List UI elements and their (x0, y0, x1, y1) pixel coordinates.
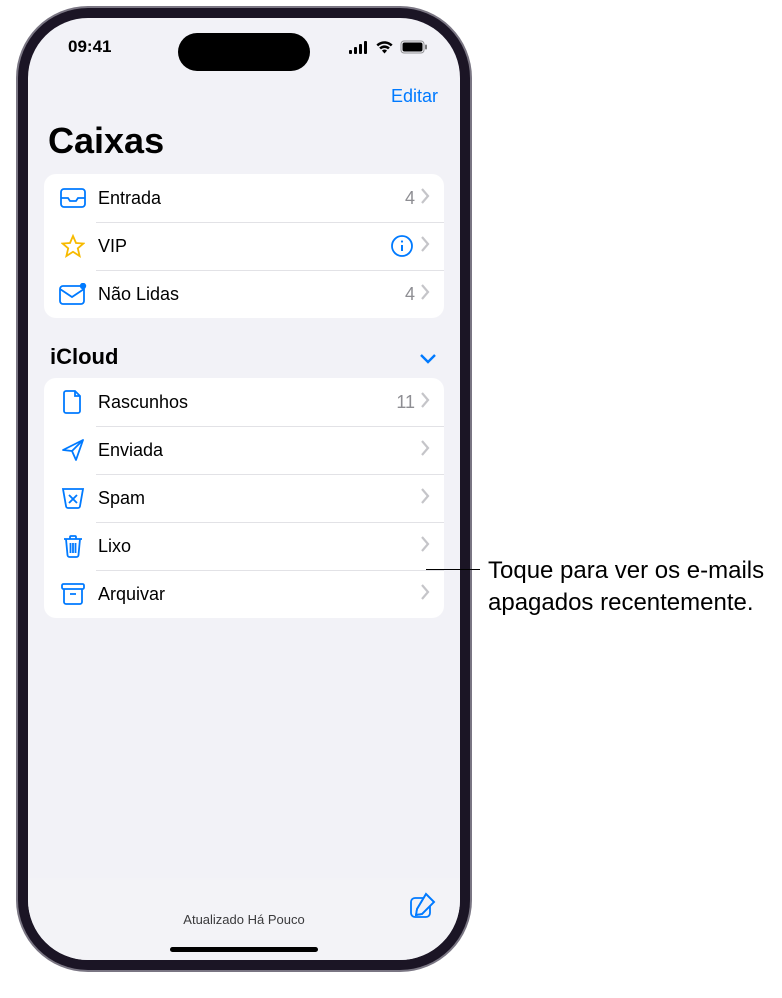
paperplane-icon (58, 438, 88, 462)
chevron-right-icon (421, 188, 430, 209)
folder-label: Spam (98, 488, 421, 509)
junk-icon (58, 487, 88, 509)
home-indicator (170, 947, 318, 952)
chevron-right-icon (421, 236, 430, 257)
edit-button[interactable]: Editar (391, 86, 438, 107)
mailbox-count: 4 (405, 284, 415, 305)
mailbox-label: Não Lidas (98, 284, 405, 305)
chevron-right-icon (421, 392, 430, 413)
content-area: Editar Caixas Entrada 4 VIP (28, 76, 460, 960)
info-icon[interactable] (391, 235, 413, 257)
folder-sent[interactable]: Enviada (44, 426, 444, 474)
section-title: iCloud (50, 344, 118, 370)
folder-trash[interactable]: Lixo (44, 522, 444, 570)
compose-button[interactable] (408, 892, 436, 925)
folder-count: 11 (396, 392, 415, 413)
toolbar: Atualizado Há Pouco (28, 878, 460, 960)
folder-label: Enviada (98, 440, 421, 461)
chevron-right-icon (421, 584, 430, 605)
folder-label: Rascunhos (98, 392, 396, 413)
section-header-icloud[interactable]: iCloud (44, 318, 444, 378)
chevron-right-icon (421, 284, 430, 305)
nav-bar: Editar (44, 76, 444, 116)
folder-label: Lixo (98, 536, 421, 557)
archive-icon (58, 583, 88, 605)
mailbox-vip[interactable]: VIP (44, 222, 444, 270)
chevron-down-icon (420, 344, 436, 370)
cellular-icon (349, 41, 369, 54)
wifi-icon (375, 40, 394, 54)
mailbox-label: VIP (98, 236, 391, 257)
envelope-badge-icon (58, 283, 88, 305)
icloud-group: Rascunhos 11 Enviada Spam (44, 378, 444, 618)
mailbox-unread[interactable]: Não Lidas 4 (44, 270, 444, 318)
chevron-right-icon (421, 536, 430, 557)
folder-drafts[interactable]: Rascunhos 11 (44, 378, 444, 426)
dynamic-island (178, 33, 310, 71)
mailbox-count: 4 (405, 188, 415, 209)
battery-icon (400, 40, 428, 54)
inbox-icon (58, 187, 88, 209)
mailbox-inbox[interactable]: Entrada 4 (44, 174, 444, 222)
page-title: Caixas (48, 120, 440, 162)
mailboxes-group: Entrada 4 VIP (44, 174, 444, 318)
update-status: Atualizado Há Pouco (183, 912, 304, 927)
folder-label: Arquivar (98, 584, 421, 605)
trash-icon (58, 534, 88, 558)
mailbox-label: Entrada (98, 188, 405, 209)
callout-text: Toque para ver os e-mails apagados recen… (488, 555, 768, 620)
screen: 09:41 Editar Caixas Entrada 4 (28, 18, 460, 960)
chevron-right-icon (421, 440, 430, 461)
folder-spam[interactable]: Spam (44, 474, 444, 522)
callout-line (426, 569, 480, 570)
folder-archive[interactable]: Arquivar (44, 570, 444, 618)
document-icon (58, 390, 88, 414)
star-icon (58, 234, 88, 258)
status-time: 09:41 (68, 37, 111, 57)
chevron-right-icon (421, 488, 430, 509)
status-icons (349, 40, 428, 54)
phone-frame: 09:41 Editar Caixas Entrada 4 (18, 8, 470, 970)
